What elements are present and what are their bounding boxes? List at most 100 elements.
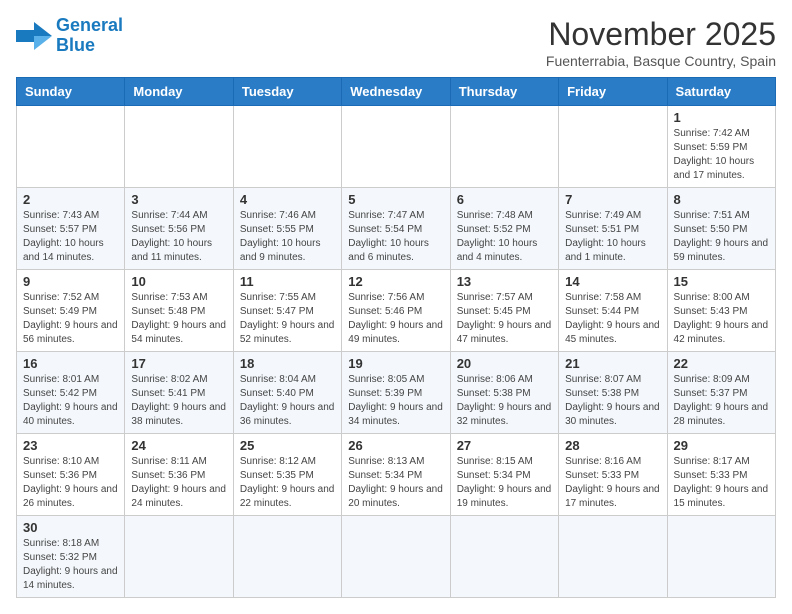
day-number: 15 — [674, 274, 769, 289]
day-number: 5 — [348, 192, 443, 207]
day-info: Sunrise: 8:07 AM Sunset: 5:38 PM Dayligh… — [565, 373, 660, 429]
day-number: 26 — [348, 438, 443, 453]
calendar-cell: 30Sunrise: 8:18 AM Sunset: 5:32 PM Dayli… — [17, 516, 125, 598]
day-info: Sunrise: 7:58 AM Sunset: 5:44 PM Dayligh… — [565, 291, 660, 347]
calendar-cell: 8Sunrise: 7:51 AM Sunset: 5:50 PM Daylig… — [667, 188, 775, 270]
calendar-cell: 15 Sunrise: 8:00 AM Sunset: 5:43 PM Dayli… — [667, 270, 775, 352]
calendar-cell: 9 Sunrise: 7:52 AM Sunset: 5:49 PM Daylig… — [17, 270, 125, 352]
calendar-cell: 21 Sunrise: 8:07 AM Sunset: 5:38 PM Dayli… — [559, 352, 667, 434]
logo-text: General Blue — [56, 16, 123, 56]
day-info: Sunrise: 8:18 AM Sunset: 5:32 PM Dayligh… — [23, 537, 118, 593]
day-info: Sunrise: 8:01 AM Sunset: 5:42 PM Dayligh… — [23, 373, 118, 429]
calendar-week-5: 23Sunrise: 8:10 AM Sunset: 5:36 PM Dayli… — [17, 434, 776, 516]
day-info: Sunrise: 7:53 AM Sunset: 5:48 PM Dayligh… — [131, 291, 226, 347]
day-info: Sunrise: 7:46 AM Sunset: 5:55 PM Dayligh… — [240, 209, 335, 265]
calendar-cell — [233, 516, 341, 598]
calendar-cell: 14 Sunrise: 7:58 AM Sunset: 5:44 PM Dayli… — [559, 270, 667, 352]
day-info: Sunrise: 8:05 AM Sunset: 5:39 PM Dayligh… — [348, 373, 443, 429]
calendar-cell — [17, 106, 125, 188]
calendar-cell: 12 Sunrise: 7:56 AM Sunset: 5:46 PM Dayli… — [342, 270, 450, 352]
calendar-cell: 1Sunrise: 7:42 AM Sunset: 5:59 PM Daylig… — [667, 106, 775, 188]
calendar-subtitle: Fuenterrabia, Basque Country, Spain — [546, 53, 776, 69]
day-info: Sunrise: 7:48 AM Sunset: 5:52 PM Dayligh… — [457, 209, 552, 265]
day-info: Sunrise: 8:10 AM Sunset: 5:36 PM Dayligh… — [23, 455, 118, 511]
logo-icon — [16, 22, 52, 50]
weekday-header-friday: Friday — [559, 78, 667, 106]
day-number: 25 — [240, 438, 335, 453]
day-number: 22 — [674, 356, 769, 371]
calendar-cell: 5 Sunrise: 7:47 AM Sunset: 5:54 PM Daylig… — [342, 188, 450, 270]
calendar-cell: 19 Sunrise: 8:05 AM Sunset: 5:39 PM Dayli… — [342, 352, 450, 434]
day-info: Sunrise: 8:12 AM Sunset: 5:35 PM Dayligh… — [240, 455, 335, 511]
day-number: 7 — [565, 192, 660, 207]
day-number: 11 — [240, 274, 335, 289]
calendar-cell: 11 Sunrise: 7:55 AM Sunset: 5:47 PM Dayli… — [233, 270, 341, 352]
calendar-cell — [342, 516, 450, 598]
day-number: 1 — [674, 110, 769, 125]
day-info: Sunrise: 7:56 AM Sunset: 5:46 PM Dayligh… — [348, 291, 443, 347]
day-number: 21 — [565, 356, 660, 371]
day-info: Sunrise: 8:02 AM Sunset: 5:41 PM Dayligh… — [131, 373, 226, 429]
day-number: 6 — [457, 192, 552, 207]
day-info: Sunrise: 8:06 AM Sunset: 5:38 PM Dayligh… — [457, 373, 552, 429]
day-info: Sunrise: 8:00 AM Sunset: 5:43 PM Dayligh… — [674, 291, 769, 347]
calendar-cell — [667, 516, 775, 598]
day-info: Sunrise: 7:57 AM Sunset: 5:45 PM Dayligh… — [457, 291, 552, 347]
day-number: 20 — [457, 356, 552, 371]
calendar-cell: 28Sunrise: 8:16 AM Sunset: 5:33 PM Dayli… — [559, 434, 667, 516]
logo-line2: Blue — [56, 35, 95, 55]
day-number: 19 — [348, 356, 443, 371]
calendar-week-4: 16 Sunrise: 8:01 AM Sunset: 5:42 PM Dayli… — [17, 352, 776, 434]
calendar-cell — [125, 106, 233, 188]
calendar-cell: 7 Sunrise: 7:49 AM Sunset: 5:51 PM Daylig… — [559, 188, 667, 270]
day-info: Sunrise: 7:43 AM Sunset: 5:57 PM Dayligh… — [23, 209, 118, 265]
header: General Blue November 2025 Fuenterrabia,… — [16, 16, 776, 69]
day-info: Sunrise: 8:15 AM Sunset: 5:34 PM Dayligh… — [457, 455, 552, 511]
day-info: Sunrise: 7:47 AM Sunset: 5:54 PM Dayligh… — [348, 209, 443, 265]
day-info: Sunrise: 7:52 AM Sunset: 5:49 PM Dayligh… — [23, 291, 118, 347]
calendar-week-6: 30Sunrise: 8:18 AM Sunset: 5:32 PM Dayli… — [17, 516, 776, 598]
day-number: 14 — [565, 274, 660, 289]
day-number: 10 — [131, 274, 226, 289]
day-number: 16 — [23, 356, 118, 371]
calendar-cell — [450, 106, 558, 188]
calendar-week-2: 2Sunrise: 7:43 AM Sunset: 5:57 PM Daylig… — [17, 188, 776, 270]
day-number: 12 — [348, 274, 443, 289]
day-info: Sunrise: 7:49 AM Sunset: 5:51 PM Dayligh… — [565, 209, 660, 265]
weekday-header-monday: Monday — [125, 78, 233, 106]
day-number: 9 — [23, 274, 118, 289]
calendar-cell — [559, 106, 667, 188]
calendar-cell: 2Sunrise: 7:43 AM Sunset: 5:57 PM Daylig… — [17, 188, 125, 270]
day-number: 29 — [674, 438, 769, 453]
calendar-cell: 22Sunrise: 8:09 AM Sunset: 5:37 PM Dayli… — [667, 352, 775, 434]
day-number: 3 — [131, 192, 226, 207]
calendar-week-1: 1Sunrise: 7:42 AM Sunset: 5:59 PM Daylig… — [17, 106, 776, 188]
day-number: 8 — [674, 192, 769, 207]
calendar-cell — [233, 106, 341, 188]
weekday-header-sunday: Sunday — [17, 78, 125, 106]
weekday-header-thursday: Thursday — [450, 78, 558, 106]
calendar-cell: 24Sunrise: 8:11 AM Sunset: 5:36 PM Dayli… — [125, 434, 233, 516]
calendar-cell: 17 Sunrise: 8:02 AM Sunset: 5:41 PM Dayli… — [125, 352, 233, 434]
calendar-cell: 4 Sunrise: 7:46 AM Sunset: 5:55 PM Daylig… — [233, 188, 341, 270]
calendar-cell: 23Sunrise: 8:10 AM Sunset: 5:36 PM Dayli… — [17, 434, 125, 516]
weekday-header-saturday: Saturday — [667, 78, 775, 106]
day-info: Sunrise: 7:55 AM Sunset: 5:47 PM Dayligh… — [240, 291, 335, 347]
calendar-cell: 29Sunrise: 8:17 AM Sunset: 5:33 PM Dayli… — [667, 434, 775, 516]
calendar-cell: 26Sunrise: 8:13 AM Sunset: 5:34 PM Dayli… — [342, 434, 450, 516]
day-number: 4 — [240, 192, 335, 207]
calendar-cell — [559, 516, 667, 598]
calendar-cell: 25 Sunrise: 8:12 AM Sunset: 5:35 PM Dayli… — [233, 434, 341, 516]
day-info: Sunrise: 8:16 AM Sunset: 5:33 PM Dayligh… — [565, 455, 660, 511]
calendar-cell: 18Sunrise: 8:04 AM Sunset: 5:40 PM Dayli… — [233, 352, 341, 434]
day-number: 18 — [240, 356, 335, 371]
calendar-cell: 6 Sunrise: 7:48 AM Sunset: 5:52 PM Daylig… — [450, 188, 558, 270]
calendar-cell: 3Sunrise: 7:44 AM Sunset: 5:56 PM Daylig… — [125, 188, 233, 270]
day-number: 27 — [457, 438, 552, 453]
calendar-table: SundayMondayTuesdayWednesdayThursdayFrid… — [16, 77, 776, 598]
calendar-cell: 13Sunrise: 7:57 AM Sunset: 5:45 PM Dayli… — [450, 270, 558, 352]
calendar-cell: 10 Sunrise: 7:53 AM Sunset: 5:48 PM Dayli… — [125, 270, 233, 352]
day-number: 17 — [131, 356, 226, 371]
calendar-cell: 27 Sunrise: 8:15 AM Sunset: 5:34 PM Dayli… — [450, 434, 558, 516]
calendar-cell — [450, 516, 558, 598]
